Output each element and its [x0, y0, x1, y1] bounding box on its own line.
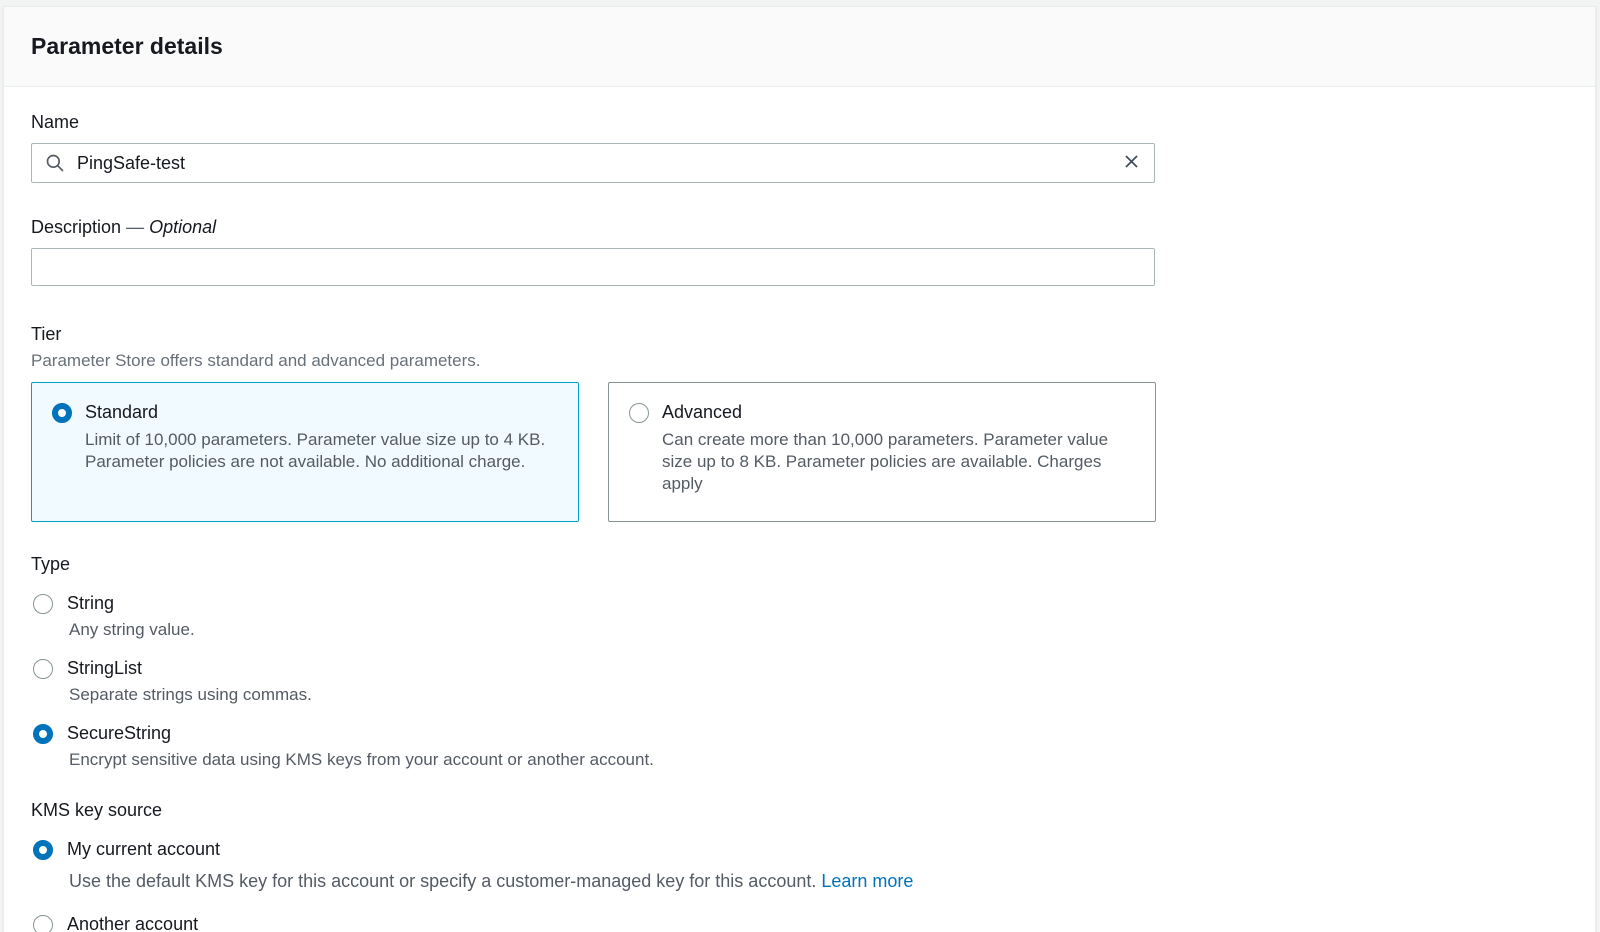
radio-row-string[interactable]: String — [33, 593, 1568, 614]
radio-advanced[interactable] — [629, 403, 649, 423]
learn-more-link[interactable]: Learn more — [821, 871, 913, 891]
description-label: Description — Optional — [31, 217, 1568, 238]
tier-label: Tier — [31, 324, 1568, 345]
radio-option-securestring: SecureString Encrypt sensitive data usin… — [31, 723, 1568, 770]
type-string-title: String — [67, 593, 114, 614]
radio-option-another-account: Another account — [31, 914, 1568, 932]
description-label-optional: Optional — [149, 217, 216, 237]
radio-option-stringlist: StringList Separate strings using commas… — [31, 658, 1568, 705]
description-label-text: Description — [31, 217, 121, 237]
description-label-separator: — — [126, 217, 144, 237]
type-securestring-title: SecureString — [67, 723, 171, 744]
kms-my-current-account-title: My current account — [67, 839, 220, 860]
tier-tile-advanced[interactable]: Advanced Can create more than 10,000 par… — [608, 382, 1156, 522]
kms-another-account-title: Another account — [67, 914, 198, 932]
kms-label: KMS key source — [31, 800, 1568, 821]
description-input — [31, 248, 1155, 286]
radio-my-current-account[interactable] — [33, 840, 53, 860]
radio-another-account[interactable] — [33, 915, 53, 932]
clear-name-button[interactable] — [1122, 152, 1141, 174]
panel-header: Parameter details — [4, 7, 1595, 87]
radio-securestring[interactable] — [33, 724, 53, 744]
tier-tile-standard[interactable]: Standard Limit of 10,000 parameters. Par… — [31, 382, 579, 522]
radio-row-stringlist[interactable]: StringList — [33, 658, 1568, 679]
tier-advanced-title: Advanced — [662, 402, 742, 423]
name-label: Name — [31, 112, 1568, 133]
tier-tiles: Standard Limit of 10,000 parameters. Par… — [31, 382, 1568, 522]
radio-row-another-account[interactable]: Another account — [33, 914, 1568, 932]
type-stringlist-description: Separate strings using commas. — [69, 685, 1568, 705]
description-input-field[interactable] — [32, 257, 1154, 278]
radio-option-my-current-account: My current account Use the default KMS k… — [31, 839, 1568, 892]
radio-string[interactable] — [33, 594, 53, 614]
type-string-description: Any string value. — [69, 620, 1568, 640]
tier-advanced-description: Can create more than 10,000 parameters. … — [662, 429, 1135, 495]
type-stringlist-title: StringList — [67, 658, 142, 679]
tier-standard-header: Standard — [52, 402, 558, 423]
tier-standard-title: Standard — [85, 402, 158, 423]
radio-row-my-current-account[interactable]: My current account — [33, 839, 1568, 860]
radio-standard[interactable] — [52, 403, 72, 423]
radio-stringlist[interactable] — [33, 659, 53, 679]
name-field-group: Name — [31, 112, 1568, 183]
radio-option-string: String Any string value. — [31, 593, 1568, 640]
radio-row-securestring[interactable]: SecureString — [33, 723, 1568, 744]
name-input-field[interactable] — [65, 153, 1122, 174]
tier-advanced-header: Advanced — [629, 402, 1135, 423]
type-label: Type — [31, 554, 1568, 575]
tier-description: Parameter Store offers standard and adva… — [31, 351, 1568, 371]
name-input — [31, 143, 1155, 183]
tier-standard-description: Limit of 10,000 parameters. Parameter va… — [85, 429, 558, 473]
close-icon — [1122, 152, 1141, 174]
parameter-details-panel: Parameter details Name — [3, 6, 1596, 932]
panel-content: Name — [4, 87, 1595, 932]
type-section: Type String Any string value. StringList… — [31, 554, 1568, 770]
kms-section: KMS key source My current account Use th… — [31, 800, 1568, 932]
kms-description-text: Use the default KMS key for this account… — [69, 871, 816, 891]
type-securestring-description: Encrypt sensitive data using KMS keys fr… — [69, 750, 1568, 770]
kms-description: Use the default KMS key for this account… — [69, 871, 1568, 892]
tier-section: Tier Parameter Store offers standard and… — [31, 324, 1568, 522]
panel-title: Parameter details — [31, 33, 1568, 60]
search-icon — [45, 153, 65, 173]
description-field-group: Description — Optional — [31, 217, 1568, 286]
